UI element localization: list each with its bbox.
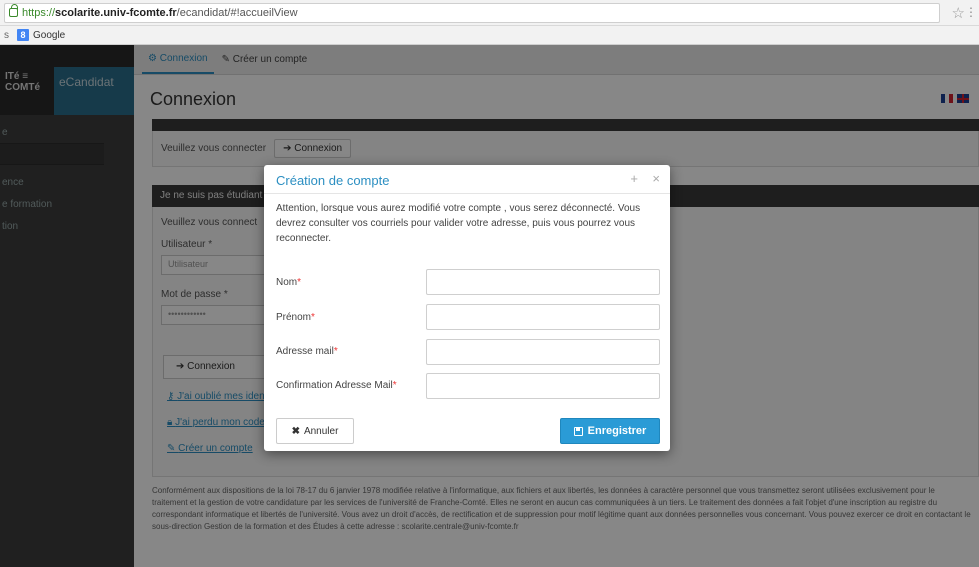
lock-icon — [9, 4, 18, 17]
divider — [264, 193, 670, 194]
menu-icon[interactable]: ⋮ — [965, 5, 977, 19]
close-icon: ✖ — [291, 425, 300, 437]
prenom-label: Prénom* — [276, 312, 315, 323]
save-button[interactable]: Enregistrer — [560, 418, 660, 444]
prenom-field[interactable] — [426, 304, 660, 330]
cancel-button[interactable]: ✖ Annuler — [276, 418, 354, 444]
bookmark-apps[interactable]: s — [4, 30, 9, 41]
email-field[interactable] — [426, 339, 660, 365]
bookmarks-bar: s 8 Google — [0, 26, 979, 45]
create-account-dialog: Création de compte + × Attention, lorsqu… — [264, 165, 670, 451]
url-host: scolarite.univ-fcomte.fr — [55, 6, 177, 19]
close-icon[interactable]: × — [652, 171, 660, 186]
save-label: Enregistrer — [587, 425, 647, 437]
email-confirm-field[interactable] — [426, 373, 660, 399]
bookmark-google[interactable]: Google — [33, 30, 65, 41]
cancel-label: Annuler — [303, 425, 339, 437]
nom-field[interactable] — [426, 269, 660, 295]
floppy-disk-icon — [573, 426, 583, 436]
url-path: /ecandidat/#!accueilView — [176, 6, 298, 19]
dialog-title: Création de compte — [276, 173, 390, 188]
email-confirm-label: Confirmation Adresse Mail* — [276, 380, 397, 391]
dialog-message: Attention, lorsque vous aurez modifié vo… — [276, 203, 641, 244]
url-scheme: https:// — [22, 6, 56, 19]
email-label: Adresse mail* — [276, 346, 338, 357]
browser-toolbar: https:// scolarite.univ-fcomte.fr /ecand… — [0, 0, 979, 26]
nom-label: Nom* — [276, 277, 302, 288]
google-icon: 8 — [17, 29, 29, 41]
bookmark-star-icon[interactable]: ☆ — [952, 4, 965, 22]
maximize-icon[interactable]: + — [630, 171, 638, 186]
address-bar[interactable]: https:// scolarite.univ-fcomte.fr /ecand… — [4, 2, 940, 23]
